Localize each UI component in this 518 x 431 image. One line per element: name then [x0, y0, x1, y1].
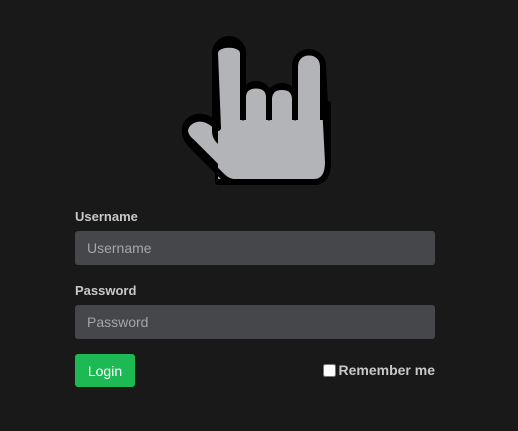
- login-page: Username Password Login Remember me: [0, 0, 518, 431]
- rock-hand-icon: [178, 34, 334, 190]
- login-form: Username Password Login Remember me: [75, 209, 435, 388]
- remember-me-checkbox[interactable]: [322, 363, 336, 377]
- password-label: Password: [75, 283, 137, 298]
- username-label: Username: [75, 209, 138, 224]
- username-group: Username: [75, 209, 435, 265]
- form-actions: Login Remember me: [75, 354, 435, 388]
- remember-me[interactable]: Remember me: [322, 362, 436, 378]
- username-input[interactable]: [75, 231, 435, 265]
- remember-me-label: Remember me: [338, 362, 436, 378]
- password-group: Password: [75, 283, 435, 339]
- login-button[interactable]: Login: [75, 354, 135, 387]
- password-input[interactable]: [75, 305, 435, 339]
